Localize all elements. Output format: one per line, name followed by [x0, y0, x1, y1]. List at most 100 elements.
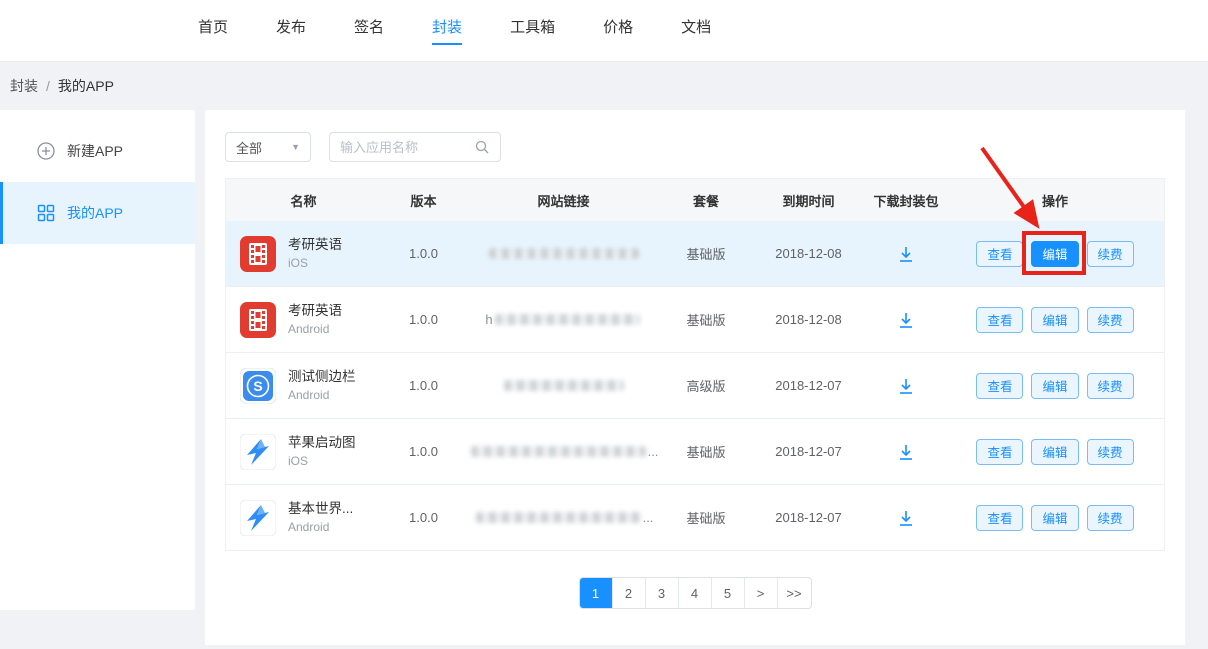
page-button-1[interactable]: 1 [580, 578, 613, 608]
nav-item-docs[interactable]: 文档 [681, 16, 711, 45]
table-header: 名称 版本 网站链接 套餐 到期时间 下载封装包 操作 [226, 179, 1164, 221]
edit-button[interactable]: 编辑 [1031, 439, 1078, 465]
app-plan: 基础版 [661, 419, 751, 484]
app-platform: iOS [288, 453, 356, 469]
column-header-actions: 操作 [946, 179, 1164, 221]
renew-button[interactable]: 续费 [1087, 439, 1134, 465]
download-icon[interactable] [896, 310, 916, 330]
table-row: S 测试侧边栏 Android 1.0.0 高级版 2018-12-07 [226, 353, 1164, 419]
film-app-icon [240, 302, 276, 338]
sidebar-item-my-app[interactable]: 我的APP [0, 182, 195, 244]
toolbar: 全部 ▼ [225, 132, 1165, 162]
app-expiry: 2018-12-07 [751, 485, 866, 550]
view-button[interactable]: 查看 [976, 505, 1023, 531]
nav-item-signature[interactable]: 签名 [354, 16, 384, 45]
app-version: 1.0.0 [381, 353, 466, 418]
download-icon[interactable] [896, 442, 916, 462]
column-header-expiry: 到期时间 [751, 179, 866, 221]
app-expiry: 2018-12-07 [751, 419, 866, 484]
edit-button[interactable]: 编辑 [1031, 307, 1078, 333]
nav-item-toolbox[interactable]: 工具箱 [510, 16, 555, 45]
pagination: 1 2 3 4 5 > >> [225, 577, 1165, 609]
page-button-5[interactable]: 5 [712, 578, 745, 608]
renew-button[interactable]: 续费 [1087, 241, 1134, 267]
app-url-redacted: ... [466, 485, 661, 550]
column-header-name: 名称 [226, 179, 381, 221]
chevron-down-icon: ▼ [291, 142, 300, 152]
download-icon[interactable] [896, 508, 916, 528]
breadcrumb-separator: / [46, 78, 50, 94]
last-page-button[interactable]: >> [778, 578, 811, 608]
top-navigation: 首页 发布 签名 封装 工具箱 价格 文档 [0, 0, 1208, 62]
search-icon[interactable] [474, 139, 490, 155]
app-name: 测试侧边栏 [288, 368, 356, 386]
bird-app-icon [240, 500, 276, 536]
breadcrumb-current: 我的APP [58, 76, 114, 96]
blurred-url [489, 248, 639, 259]
bird-app-icon [240, 434, 276, 470]
column-header-download: 下载封装包 [866, 179, 946, 221]
app-expiry: 2018-12-08 [751, 287, 866, 352]
download-icon[interactable] [896, 244, 916, 264]
renew-button[interactable]: 续费 [1087, 505, 1134, 531]
app-url-redacted: h [466, 287, 661, 352]
app-expiry: 2018-12-08 [751, 221, 866, 286]
sidebar-item-label: 新建APP [67, 141, 123, 161]
blurred-url [476, 512, 641, 523]
search-box [329, 132, 501, 162]
nav-item-price[interactable]: 价格 [603, 16, 633, 45]
edit-button[interactable]: 编辑 [1031, 505, 1078, 531]
app-version: 1.0.0 [381, 419, 466, 484]
plus-circle-icon [37, 142, 55, 160]
page-button-2[interactable]: 2 [613, 578, 646, 608]
breadcrumb: 封装 / 我的APP [0, 62, 1208, 110]
main-panel: 全部 ▼ 名称 版本 网站链接 套餐 到期时间 下载封装包 操作 [205, 110, 1185, 645]
app-name: 苹果启动图 [288, 434, 356, 452]
app-version: 1.0.0 [381, 485, 466, 550]
table-row: 考研英语 Android 1.0.0 h 基础版 2018-12-08 查看 [226, 287, 1164, 353]
app-platform: Android [288, 321, 342, 337]
column-header-plan: 套餐 [661, 179, 751, 221]
app-plan: 基础版 [661, 221, 751, 286]
url-fragment: ... [643, 510, 654, 525]
app-name: 考研英语 [288, 236, 342, 254]
search-input[interactable] [340, 140, 474, 155]
edit-button[interactable]: 编辑 [1031, 241, 1078, 267]
blurred-url [471, 446, 646, 457]
url-fragment: h [485, 312, 492, 327]
page-button-4[interactable]: 4 [679, 578, 712, 608]
grid-icon [37, 204, 55, 222]
app-table: 名称 版本 网站链接 套餐 到期时间 下载封装包 操作 考研英语 iOS [225, 178, 1165, 551]
app-name: 基本世界... [288, 500, 353, 518]
app-platform: Android [288, 387, 356, 403]
app-platform: iOS [288, 255, 342, 271]
next-page-button[interactable]: > [745, 578, 778, 608]
view-button[interactable]: 查看 [976, 307, 1023, 333]
view-button[interactable]: 查看 [976, 439, 1023, 465]
table-row: 考研英语 iOS 1.0.0 基础版 2018-12-08 查看 [226, 221, 1164, 287]
table-row: 基本世界... Android 1.0.0 ... 基础版 2018-12-07… [226, 485, 1164, 551]
filter-dropdown[interactable]: 全部 ▼ [225, 132, 311, 162]
nav-item-publish[interactable]: 发布 [276, 16, 306, 45]
edit-button[interactable]: 编辑 [1031, 373, 1078, 399]
renew-button[interactable]: 续费 [1087, 373, 1134, 399]
s-app-icon: S [240, 368, 276, 404]
app-name: 考研英语 [288, 302, 342, 320]
column-header-url: 网站链接 [466, 179, 661, 221]
sidebar-item-new-app[interactable]: 新建APP [0, 120, 195, 182]
app-url-redacted [466, 353, 661, 418]
nav-item-home[interactable]: 首页 [198, 16, 228, 45]
url-fragment: ... [648, 444, 659, 459]
sidebar-item-label: 我的APP [67, 203, 123, 223]
app-version: 1.0.0 [381, 221, 466, 286]
renew-button[interactable]: 续费 [1087, 307, 1134, 333]
view-button[interactable]: 查看 [976, 373, 1023, 399]
breadcrumb-section[interactable]: 封装 [10, 76, 38, 96]
download-icon[interactable] [896, 376, 916, 396]
nav-item-package[interactable]: 封装 [432, 16, 462, 45]
svg-text:S: S [253, 378, 262, 394]
app-expiry: 2018-12-07 [751, 353, 866, 418]
app-url-redacted: ... [466, 419, 661, 484]
page-button-3[interactable]: 3 [646, 578, 679, 608]
view-button[interactable]: 查看 [976, 241, 1023, 267]
